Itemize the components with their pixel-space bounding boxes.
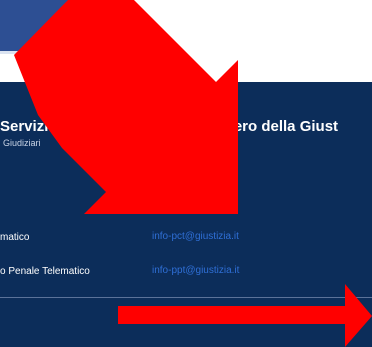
- footer-brand-subtitle: Giudiziari: [3, 138, 41, 148]
- page-top-area: [0, 0, 372, 82]
- contact-label-pct: matico: [0, 232, 30, 243]
- contact-email-pct[interactable]: info-pct@giustizia.it: [152, 231, 239, 242]
- contact-label-ppt: o Penale Telematico: [0, 266, 90, 277]
- header-corner-tab: [0, 0, 108, 54]
- contact-email-ppt[interactable]: info-ppt@giustizia.it: [152, 265, 239, 276]
- footer-ministry-title: inistero della Giust: [203, 118, 339, 135]
- footer-divider: [0, 297, 372, 298]
- site-footer: Servizi Giudiziari inistero della Giust …: [0, 82, 372, 347]
- footer-brand-title: Servizi: [0, 118, 49, 135]
